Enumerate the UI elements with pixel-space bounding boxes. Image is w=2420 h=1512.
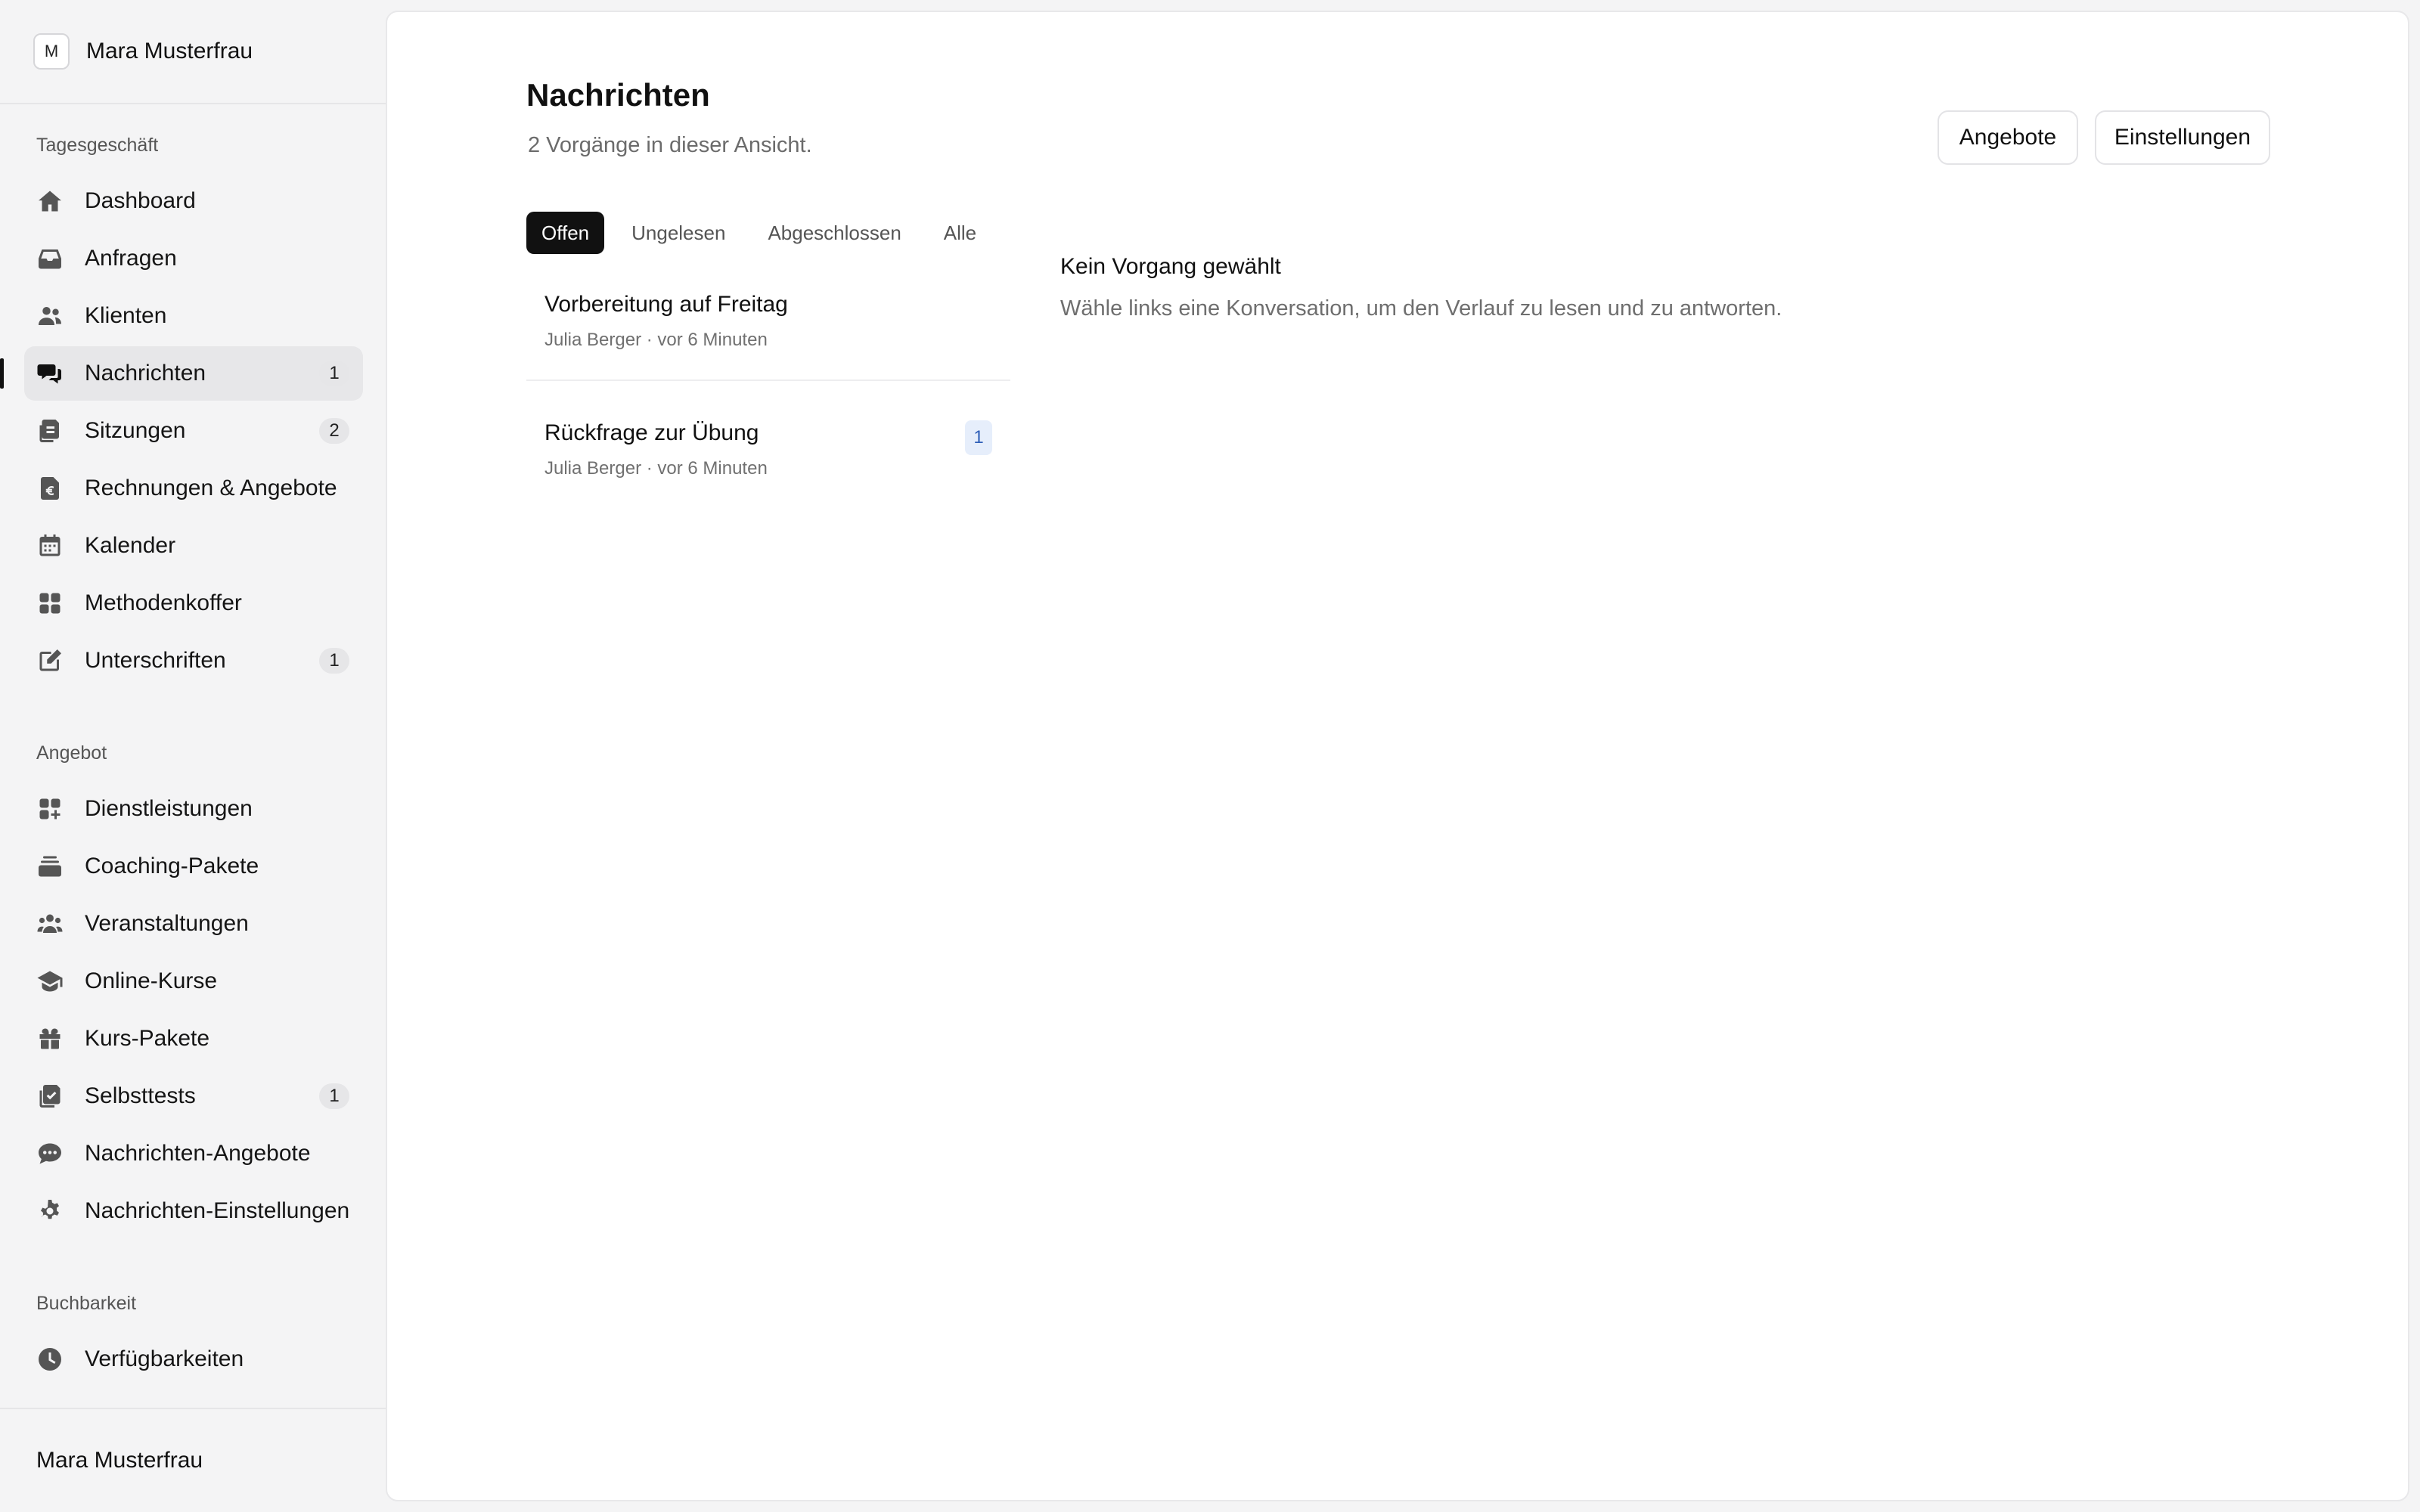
main-panel: Nachrichten 2 Vorgänge in dieser Ansicht… — [386, 11, 2409, 1501]
sidebar-user-footer[interactable]: Mara Musterfrau — [0, 1408, 386, 1512]
tab-alle[interactable]: Alle — [929, 212, 991, 254]
sidebar-item-label: Veranstaltungen — [85, 911, 249, 936]
sidebar-item-dashboard[interactable]: Dashboard — [24, 174, 363, 228]
sidebar-item-label: Klienten — [85, 303, 167, 328]
sidebar-item-klienten[interactable]: Klienten — [24, 289, 363, 343]
sidebar-item-nachrichten-einstellungen[interactable]: Nachrichten-Einstellungen — [24, 1184, 363, 1238]
empty-state-title: Kein Vorgang gewählt — [1060, 254, 1281, 279]
nav-count-badge: 1 — [319, 361, 349, 386]
tab-ungelesen[interactable]: Ungelesen — [616, 212, 740, 254]
sidebar-item-selbsttests[interactable]: Selbsttests 1 — [24, 1069, 363, 1123]
pen-square-icon — [36, 647, 64, 674]
sidebar-item-veranstaltungen[interactable]: Veranstaltungen — [24, 897, 363, 951]
sidebar-item-online-kurse[interactable]: Online-Kurse — [24, 954, 363, 1009]
checklist-icon — [36, 1083, 64, 1110]
sidebar-item-label: Nachrichten — [85, 361, 206, 386]
sidebar-nav[interactable]: Tagesgeschäft Dashboard Anfragen Kliente… — [0, 106, 386, 1408]
unread-badge: 1 — [965, 420, 992, 455]
sidebar-item-label: Methodenkoffer — [85, 590, 242, 615]
conversation-meta: Julia Berger · vor 6 Minuten — [544, 330, 768, 350]
sidebar-item-label: Kurs-Pakete — [85, 1026, 210, 1051]
nav-count-badge: 2 — [319, 418, 349, 444]
sidebar-item-coaching-pakete[interactable]: Coaching-Pakete — [24, 839, 363, 894]
graduation-cap-icon — [36, 968, 64, 995]
section-label-buchbarkeit: Buchbarkeit — [36, 1293, 137, 1314]
tab-offen[interactable]: Offen — [526, 212, 605, 254]
sidebar-item-label: Nachrichten-Einstellungen — [85, 1198, 350, 1223]
sidebar-item-nachrichten-angebote[interactable]: Nachrichten-Angebote — [24, 1126, 363, 1181]
sidebar-item-label: Dienstleistungen — [85, 796, 253, 821]
page-title: Nachrichten — [526, 77, 710, 113]
conversation-item[interactable]: Rückfrage zur Übung Julia Berger · vor 6… — [526, 381, 1010, 488]
grid-icon — [36, 590, 64, 617]
sidebar-item-rechnungen-angebote[interactable]: Rechnungen & Angebote — [24, 461, 363, 516]
sidebar-item-anfragen[interactable]: Anfragen — [24, 231, 363, 286]
sidebar-item-label: Unterschriften — [85, 648, 226, 673]
workspace-avatar: M — [33, 33, 70, 70]
sidebar-item-verfuegbarkeiten[interactable]: Verfügbarkeiten — [24, 1332, 363, 1387]
sidebar-item-dienstleistungen[interactable]: Dienstleistungen — [24, 782, 363, 836]
sidebar-item-label: Anfragen — [85, 246, 177, 271]
sidebar-item-label: Dashboard — [85, 188, 196, 213]
tab-abgeschlossen[interactable]: Abgeschlossen — [752, 212, 916, 254]
offers-button[interactable]: Angebote — [1938, 110, 2078, 165]
sidebar-item-label: Online-Kurse — [85, 968, 218, 993]
conversation-list: Vorbereitung auf Freitag Julia Berger · … — [526, 274, 1010, 488]
sidebar-item-label: Sitzungen — [85, 418, 186, 443]
chat-icon — [36, 360, 64, 387]
sidebar-item-label: Nachrichten-Angebote — [85, 1141, 311, 1166]
inbox-icon — [36, 245, 64, 272]
sidebar-item-label: Selbsttests — [85, 1083, 196, 1108]
conversation-title: Vorbereitung auf Freitag — [544, 292, 788, 317]
calendar-icon — [36, 532, 64, 559]
workspace-switcher[interactable]: M Mara Musterfrau — [0, 0, 386, 104]
grid-plus-icon — [36, 795, 64, 823]
footer-user-name: Mara Musterfrau — [36, 1448, 203, 1473]
gift-icon — [36, 1025, 64, 1052]
conversation-item[interactable]: Vorbereitung auf Freitag Julia Berger · … — [526, 274, 1010, 381]
sidebar-item-nachrichten[interactable]: Nachrichten 1 — [24, 346, 363, 401]
settings-button[interactable]: Einstellungen — [2095, 110, 2270, 165]
sidebar-item-label: Verfügbarkeiten — [85, 1346, 244, 1371]
sidebar-item-unterschriften[interactable]: Unterschriften 1 — [24, 634, 363, 688]
empty-state-text: Wähle links eine Konversation, um den Ve… — [1060, 296, 1782, 321]
workspace-name: Mara Musterfrau — [86, 39, 253, 64]
sidebar-item-methodenkoffer[interactable]: Methodenkoffer — [24, 576, 363, 631]
speech-bubble-icon — [36, 1140, 64, 1167]
clock-icon — [36, 1346, 64, 1373]
gear-icon — [36, 1198, 64, 1225]
group-icon — [36, 910, 64, 937]
sidebar-item-label: Coaching-Pakete — [85, 854, 259, 878]
conversation-meta: Julia Berger · vor 6 Minuten — [544, 458, 768, 479]
users-icon — [36, 302, 64, 330]
nav-count-badge: 1 — [319, 1083, 349, 1109]
nav-count-badge: 1 — [319, 648, 349, 674]
invoice-euro-icon — [36, 475, 64, 502]
documents-icon — [36, 417, 64, 445]
conversation-title: Rückfrage zur Übung — [544, 420, 759, 445]
sidebar-item-kurs-pakete[interactable]: Kurs-Pakete — [24, 1012, 363, 1066]
filter-tabs: Offen Ungelesen Abgeschlossen Alle — [526, 212, 1004, 254]
active-nav-marker — [0, 358, 4, 389]
sidebar-item-label: Kalender — [85, 533, 176, 558]
sidebar: M Mara Musterfrau Tagesgeschäft Dashboar… — [0, 0, 386, 1512]
page-subtitle: 2 Vorgänge in dieser Ansicht. — [528, 133, 812, 157]
home-icon — [36, 187, 64, 215]
sidebar-item-label: Rechnungen & Angebote — [85, 476, 337, 500]
sidebar-item-kalender[interactable]: Kalender — [24, 519, 363, 573]
section-label-tagesgeschaeft: Tagesgeschäft — [36, 135, 159, 156]
stack-icon — [36, 853, 64, 880]
sidebar-item-sitzungen[interactable]: Sitzungen 2 — [24, 404, 363, 458]
section-label-angebot: Angebot — [36, 742, 107, 764]
